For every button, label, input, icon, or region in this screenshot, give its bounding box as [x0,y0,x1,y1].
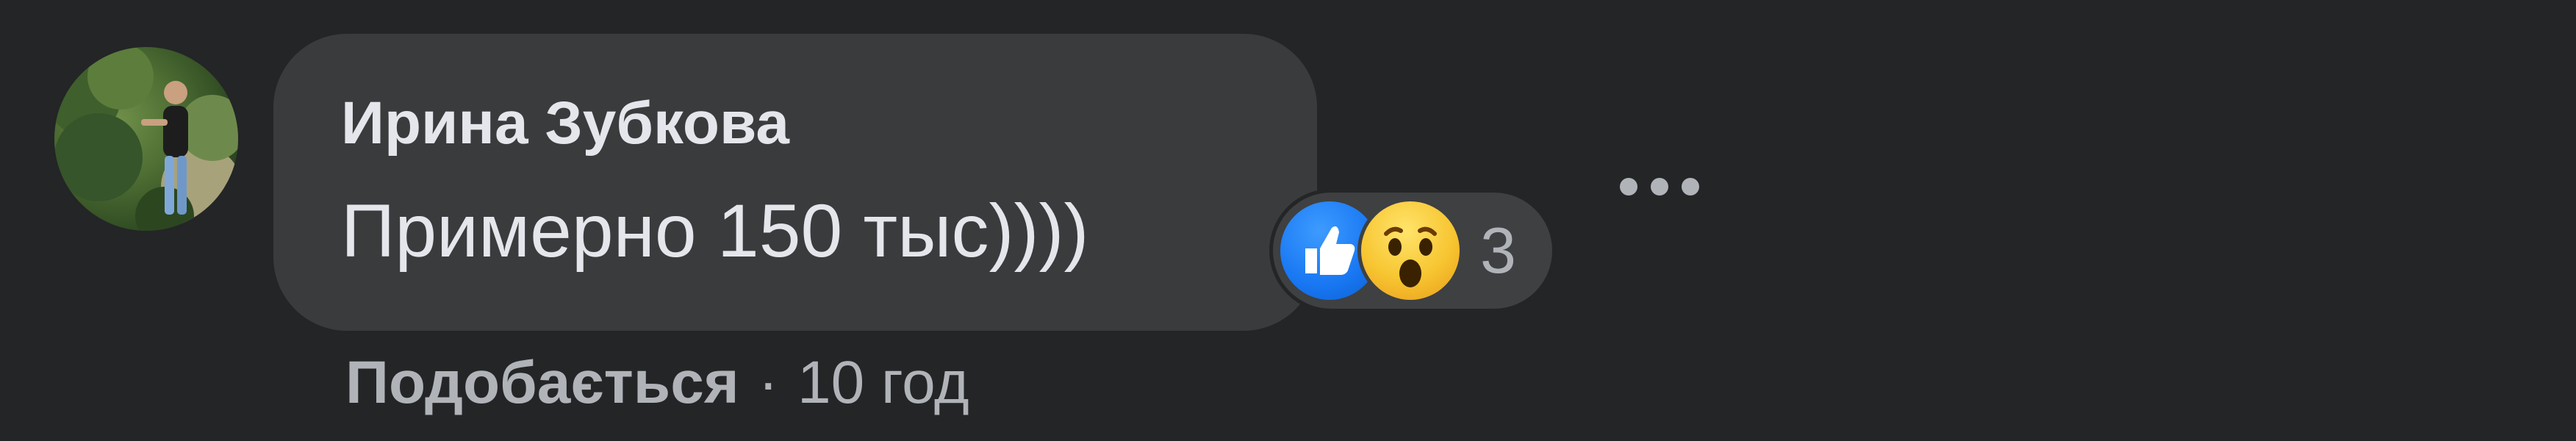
author-name[interactable]: Ирина Зубкова [341,87,789,160]
more-dot [1651,178,1668,196]
wow-icon [1361,201,1460,300]
timestamp-link[interactable]: 10 год [797,348,969,417]
like-button[interactable]: Подобається [345,348,739,417]
reactions-summary[interactable]: 3 [1273,193,1552,309]
reaction-count: 3 [1480,214,1516,287]
avatar-photo [54,47,238,231]
comment-text: Примерно 150 тыс)))) [341,189,1089,273]
more-dot [1620,178,1637,196]
comment-actions: Подобається · 10 год [345,343,969,423]
more-options-icon[interactable] [1614,166,1705,206]
comment-bubble: Ирина Зубкова Примерно 150 тыс)))) [273,34,1317,331]
separator-dot: · [758,349,778,416]
more-dot [1682,178,1699,196]
avatar[interactable] [54,47,238,231]
comment-row: Ирина Зубкова Примерно 150 тыс)))) 3 Под… [0,0,2576,441]
